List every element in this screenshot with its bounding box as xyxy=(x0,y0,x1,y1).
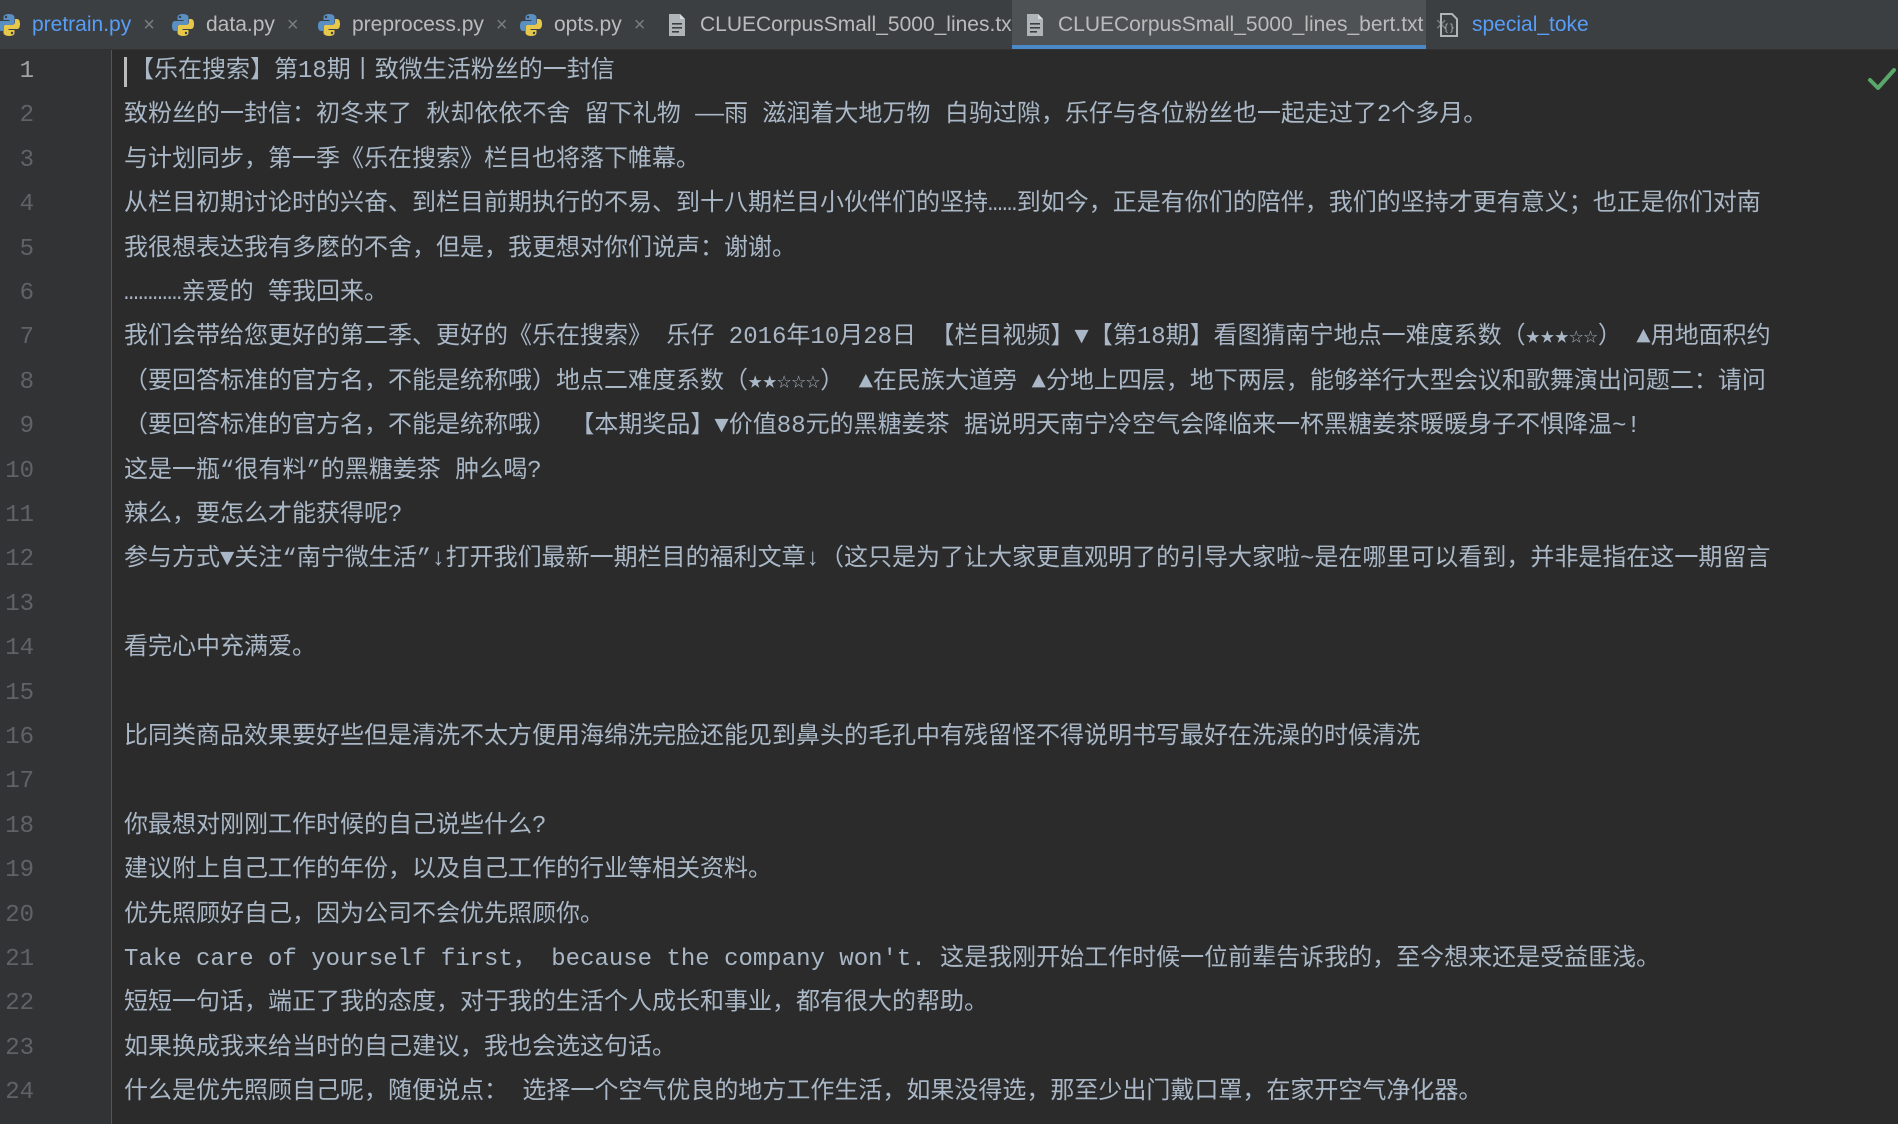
tab-cluecorpussmall-5000-lines-txt[interactable]: CLUECorpusSmall_5000_lines.txt× xyxy=(654,0,1041,49)
line-number: 5 xyxy=(19,235,34,263)
code-line[interactable]: …………亲爱的 等我回来。 xyxy=(124,272,1898,316)
line-number: 17 xyxy=(5,768,34,796)
line-number: 20 xyxy=(5,901,34,929)
line-number: 13 xyxy=(5,590,34,618)
line-number: 19 xyxy=(5,857,34,885)
line-number: 25 xyxy=(0,1116,34,1124)
text-file-icon xyxy=(664,12,690,38)
text-cursor xyxy=(124,57,127,87)
line-number: 24 xyxy=(5,1079,34,1107)
close-icon[interactable]: × xyxy=(287,15,299,35)
line-number-gutter[interactable]: 1234567891011121314151617181920212223242… xyxy=(0,50,112,1124)
text-file-icon xyxy=(1022,12,1048,38)
line-number: 11 xyxy=(5,502,34,529)
line-number: 12 xyxy=(5,546,34,574)
line-number: 4 xyxy=(19,191,34,219)
code-line[interactable]: 我们会带给您更好的第二季、更好的《乐在搜索》 乐仔 2016年10月28日 【栏… xyxy=(124,316,1898,360)
code-line[interactable]: 如果换成我来给当时的自己建议，我也会选这句话。 xyxy=(124,1027,1898,1071)
code-line[interactable]: 【乐在搜索】第18期丨致微生活粉丝的一封信 xyxy=(130,50,1898,94)
line-number: 8 xyxy=(19,368,34,396)
svg-text:{}: {} xyxy=(1443,23,1455,34)
code-line[interactable]: 什么是优先照顾自己呢，随便说点： 选择一个空气优良的地方工作生活，如果没得选，那… xyxy=(124,1071,1898,1115)
line-number: 21 xyxy=(5,946,34,973)
line-number: 6 xyxy=(19,280,34,307)
tab-label: CLUECorpusSmall_5000_lines_bert.txt xyxy=(1058,12,1424,36)
line-number: 18 xyxy=(5,812,34,840)
text-editor[interactable]: 1234567891011121314151617181920212223242… xyxy=(0,50,1898,1124)
code-line[interactable] xyxy=(124,672,1898,716)
python-file-icon xyxy=(518,12,544,38)
tab-label: opts.py xyxy=(554,12,622,36)
code-line[interactable]: 这是一瓶“很有料”的黑糖姜茶 肿么喝? xyxy=(124,450,1898,494)
line-number: 10 xyxy=(5,457,34,485)
tab-data-py[interactable]: data.py × xyxy=(160,0,306,49)
close-icon[interactable]: × xyxy=(496,15,508,35)
editor-tab-bar: pretrain.py × data.py × preprocess.py × opts.p… xyxy=(0,0,1898,50)
line-number: 14 xyxy=(5,635,34,663)
code-line[interactable]: 短短一句话，端正了我的态度，对于我的生活个人成长和事业，都有很大的帮助。 xyxy=(124,982,1898,1026)
python-file-icon xyxy=(170,12,196,38)
tab-label: CLUECorpusSmall_5000_lines.txt xyxy=(700,12,1018,36)
line-number: 9 xyxy=(19,413,34,441)
code-line[interactable]: 建议附上自己工作的年份，以及自己工作的行业等相关资料。 xyxy=(124,849,1898,893)
tab-label: preprocess.py xyxy=(352,12,484,36)
line-number: 23 xyxy=(5,1034,34,1062)
code-line[interactable]: 看完心中充满爱。 xyxy=(124,627,1898,671)
code-line[interactable]: 与计划同步，第一季《乐在搜索》栏目也将落下帷幕。 xyxy=(124,139,1898,183)
tab-label: pretrain.py xyxy=(32,12,132,36)
tab-special-toke[interactable]: {} special_toke xyxy=(1426,0,1886,49)
close-icon[interactable]: × xyxy=(143,15,155,35)
line-number: 3 xyxy=(19,146,34,174)
code-line[interactable]: 比同类商品效果要好些但是清洗不太方便用海绵洗完脸还能见到鼻头的毛孔中有残留怪不得… xyxy=(124,716,1898,760)
line-number: 1 xyxy=(19,58,34,85)
python-file-icon xyxy=(0,12,22,38)
line-number: 16 xyxy=(5,724,34,751)
line-number: 22 xyxy=(5,990,34,1018)
code-line[interactable]: Take care of yourself first， because the… xyxy=(124,938,1898,982)
code-line[interactable]: （要回答标准的官方名，不能是统称哦） 【本期奖品】▼价值88元的黑糖姜茶 据说明… xyxy=(124,405,1898,449)
tab-label: special_toke xyxy=(1472,12,1589,36)
tab-opts-py[interactable]: opts.py × xyxy=(508,0,654,49)
code-line[interactable]: 你最想对刚刚工作时候的自己说些什么? xyxy=(124,805,1898,849)
json-file-icon: {} xyxy=(1436,12,1462,38)
code-line[interactable]: 辣么，要怎么才能获得呢? xyxy=(124,494,1898,538)
code-line[interactable] xyxy=(124,583,1898,627)
code-line[interactable]: （要回答标准的官方名，不能是统称哦）地点二难度系数（★★☆☆☆） ▲在民族大道旁… xyxy=(124,361,1898,405)
code-line[interactable] xyxy=(124,760,1898,804)
tab-label: data.py xyxy=(206,12,275,36)
line-number: 2 xyxy=(19,102,34,130)
tab-preprocess-py[interactable]: preprocess.py × xyxy=(306,0,508,49)
code-line[interactable]: 参与方式▼关注“南宁微生活”↓打开我们最新一期栏目的福利文章↓（这只是为了让大家… xyxy=(124,538,1898,582)
code-line[interactable]: 优先照顾好自己，因为公司不会优先照顾你。 xyxy=(124,894,1898,938)
code-line[interactable]: 致粉丝的一封信：初冬来了 秋却依依不舍 留下礼物 ——雨 滋润着大地万物 白驹过… xyxy=(124,94,1898,138)
python-file-icon xyxy=(316,12,342,38)
line-number: 15 xyxy=(5,679,34,707)
line-number: 7 xyxy=(19,324,34,352)
check-icon[interactable] xyxy=(1864,62,1898,96)
tab-cluecorpussmall-5000-lines-bert-txt[interactable]: CLUECorpusSmall_5000_lines_bert.txt × xyxy=(1012,0,1447,49)
ide-window: pretrain.py × data.py × preprocess.py × opts.p… xyxy=(0,0,1898,1124)
tab-pretrain-py[interactable]: pretrain.py × xyxy=(0,0,160,49)
code-line[interactable]: 我很想表达我有多麽的不舍，但是，我更想对你们说声：谢谢。 xyxy=(124,228,1898,272)
code-line[interactable]: 从栏目初期讨论时的兴奋、到栏目前期执行的不易、到十八期栏目小伙伴们的坚持……到如… xyxy=(124,183,1898,227)
code-line[interactable] xyxy=(124,1116,1898,1124)
close-icon[interactable]: × xyxy=(634,15,646,35)
